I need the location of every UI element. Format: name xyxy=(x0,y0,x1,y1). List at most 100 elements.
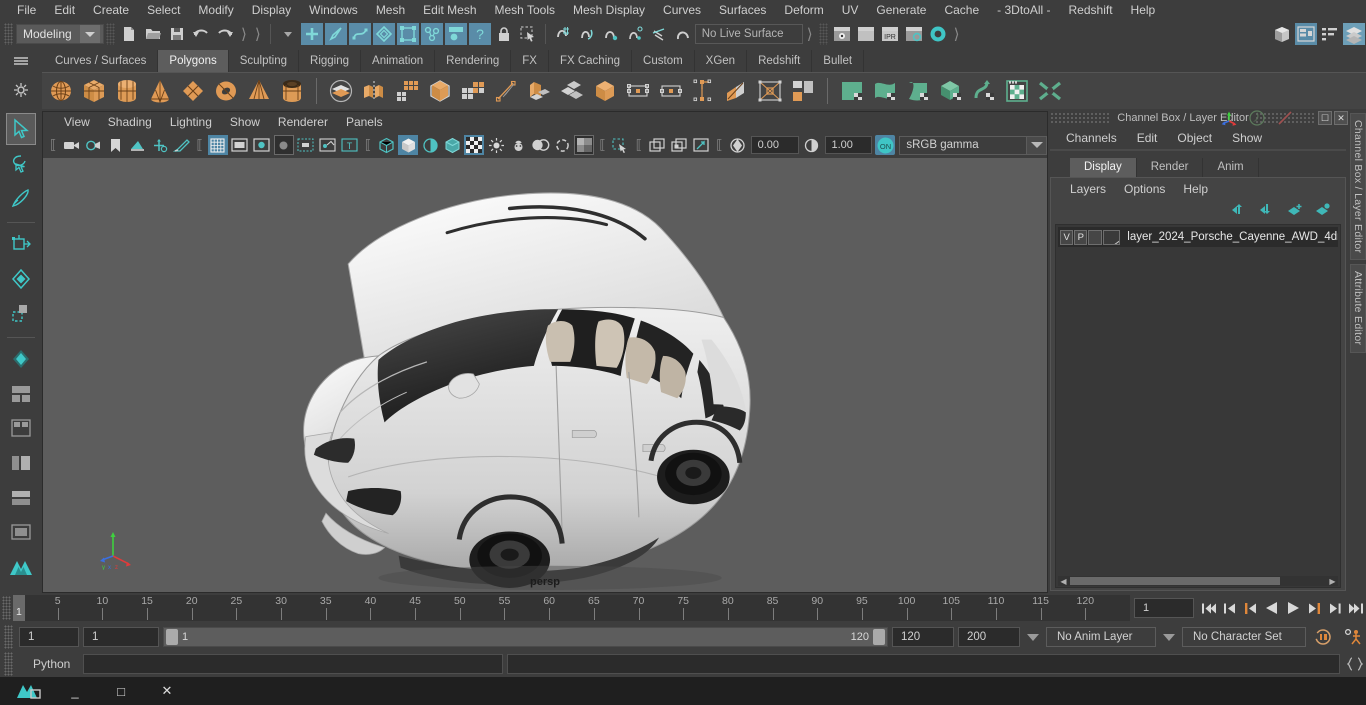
open-scene-icon[interactable] xyxy=(142,23,164,45)
select-camera-icon[interactable] xyxy=(61,135,81,155)
menu-set-selector[interactable]: Modeling xyxy=(16,24,104,44)
close-button[interactable]: ✕ xyxy=(144,677,190,705)
paint-select-tool-icon[interactable] xyxy=(6,182,36,214)
command-output[interactable] xyxy=(507,654,1340,674)
safe-title-icon[interactable]: T xyxy=(340,135,360,155)
lights-icon[interactable] xyxy=(486,135,506,155)
select-all-icon[interactable] xyxy=(396,23,419,45)
chevron-down-icon[interactable] xyxy=(80,25,100,43)
scroll-left-arrow-icon[interactable]: ◀ xyxy=(1058,577,1069,586)
menu-item-curves[interactable]: Curves xyxy=(654,0,710,20)
gamma-field[interactable]: 1.00 xyxy=(824,136,873,154)
rotate-tool-icon[interactable] xyxy=(6,263,36,295)
snap-to-curve-icon[interactable] xyxy=(576,23,598,45)
menu-item-3dtoall[interactable]: - 3DtoAll - xyxy=(988,0,1059,20)
viewport-canvas[interactable]: x y z persp xyxy=(43,158,1047,592)
show-attribute-icon[interactable] xyxy=(1295,23,1317,45)
select-outliner-icon[interactable] xyxy=(420,23,443,45)
field-chart-icon[interactable] xyxy=(296,135,316,155)
menu-item-file[interactable]: File xyxy=(8,0,45,20)
shelf-tab-bullet[interactable]: Bullet xyxy=(812,50,865,72)
poly-cube-icon[interactable] xyxy=(79,75,109,107)
grid-toggle-icon[interactable] xyxy=(207,135,228,155)
snap-to-grid-icon[interactable] xyxy=(552,23,574,45)
viewport-menu-lighting[interactable]: Lighting xyxy=(161,112,221,132)
show-editor-icon[interactable] xyxy=(1271,23,1293,45)
command-language-label[interactable]: Python xyxy=(19,657,79,671)
layer-scroll-thumb[interactable] xyxy=(1070,577,1280,585)
shelf-tab-redshift[interactable]: Redshift xyxy=(747,50,813,72)
menu-item-windows[interactable]: Windows xyxy=(300,0,367,20)
menu-item-mesh-tools[interactable]: Mesh Tools xyxy=(486,0,564,20)
gamma-icon[interactable] xyxy=(802,135,822,155)
character-set-selector[interactable]: No Character Set xyxy=(1182,627,1306,647)
layer-row[interactable]: V P layer_2024_Porsche_Cayenne_AWD_4dr_S… xyxy=(1058,227,1338,247)
select-mode-icon[interactable] xyxy=(372,23,395,45)
menu-item-select[interactable]: Select xyxy=(138,0,189,20)
layer-menu-options[interactable]: Options xyxy=(1115,178,1174,200)
show-channel-box-icon[interactable] xyxy=(1343,23,1365,45)
help-icon[interactable]: ? xyxy=(468,23,491,45)
layer-list[interactable]: V P layer_2024_Porsche_Cayenne_AWD_4dr_S… xyxy=(1055,224,1341,588)
animation-end-field[interactable]: 200 xyxy=(958,627,1020,647)
layer-visibility-toggle[interactable]: V xyxy=(1060,229,1074,245)
live-surface-field[interactable]: No Live Surface xyxy=(694,24,803,44)
uv-editor-icon[interactable] xyxy=(837,75,867,107)
single-perspective-layout-icon[interactable] xyxy=(6,378,36,410)
snap-to-view-plane-icon[interactable] xyxy=(648,23,670,45)
create-new-layer-icon[interactable] xyxy=(1287,203,1303,219)
mirror-icon[interactable] xyxy=(458,75,488,107)
isolate-select-icon[interactable] xyxy=(611,135,631,155)
color-management-toggle-icon[interactable]: ON xyxy=(875,135,896,155)
viewport-menu-shading[interactable]: Shading xyxy=(99,112,161,132)
hypershade-persp-layout-icon[interactable] xyxy=(6,517,36,549)
uv-unfold-icon[interactable] xyxy=(969,75,999,107)
selection-mask-chevron-icon[interactable] xyxy=(277,23,299,45)
layer-menu-help[interactable]: Help xyxy=(1174,178,1217,200)
shelf-tab-polygons[interactable]: Polygons xyxy=(158,50,229,72)
planar-map-icon[interactable] xyxy=(870,75,900,107)
undock-icon[interactable]: ☐ xyxy=(1318,111,1332,125)
status-collapse-3[interactable]: ⟩ xyxy=(803,25,817,43)
make-live-icon[interactable] xyxy=(672,23,694,45)
go-to-start-icon[interactable] xyxy=(1198,597,1219,619)
shaded-wireframe-icon[interactable] xyxy=(420,135,440,155)
layer-playback-toggle[interactable]: P xyxy=(1074,229,1088,245)
animation-preferences-icon[interactable] xyxy=(1340,628,1366,646)
select-by-hierarchy-icon[interactable] xyxy=(300,23,323,45)
character-set-chevron-down-icon[interactable] xyxy=(1160,627,1178,647)
channel-menu-edit[interactable]: Edit xyxy=(1127,127,1168,149)
uv-layout-icon[interactable] xyxy=(1002,75,1032,107)
poly-plane-icon[interactable] xyxy=(178,75,208,107)
status-collapse-2[interactable]: ⟩ xyxy=(251,25,265,43)
gate-mask-icon[interactable] xyxy=(273,135,294,155)
viewport-menu-renderer[interactable]: Renderer xyxy=(269,112,337,132)
cylindrical-map-icon[interactable] xyxy=(903,75,933,107)
side-tab-channel-box[interactable]: Channel Box / Layer Editor xyxy=(1350,113,1366,261)
menu-item-help[interactable]: Help xyxy=(1122,0,1165,20)
uv-cut-icon[interactable] xyxy=(1035,75,1065,107)
render-settings-icon[interactable] xyxy=(903,23,925,45)
go-to-end-icon[interactable] xyxy=(1345,597,1366,619)
attribute-editor-icon[interactable] xyxy=(1248,109,1266,130)
render-view-icon[interactable] xyxy=(831,23,853,45)
anim-layer-selector[interactable]: No Anim Layer xyxy=(1046,627,1156,647)
range-bar[interactable]: 1 120 xyxy=(163,627,888,647)
shelf-tab-animation[interactable]: Animation xyxy=(361,50,436,72)
shelf-tab-fx[interactable]: FX xyxy=(511,50,549,72)
range-start-handle[interactable] xyxy=(166,629,178,645)
snap-to-point-icon[interactable] xyxy=(600,23,622,45)
separate-icon[interactable] xyxy=(359,75,389,107)
poly-pipe-icon[interactable] xyxy=(277,75,307,107)
poly-sphere-icon[interactable] xyxy=(46,75,76,107)
menu-item-deform[interactable]: Deform xyxy=(775,0,832,20)
xray-joints-icon[interactable] xyxy=(647,135,667,155)
layer-tab-anim[interactable]: Anim xyxy=(1203,158,1259,177)
bridge-icon[interactable] xyxy=(623,75,653,107)
marquee-select-icon[interactable] xyxy=(517,23,539,45)
wireframe-icon[interactable] xyxy=(376,135,396,155)
viewport-menu-panels[interactable]: Panels xyxy=(337,112,392,132)
scale-tool-icon[interactable] xyxy=(6,297,36,329)
channel-box-content[interactable] xyxy=(1050,149,1346,151)
range-slider-grip[interactable] xyxy=(4,625,13,649)
